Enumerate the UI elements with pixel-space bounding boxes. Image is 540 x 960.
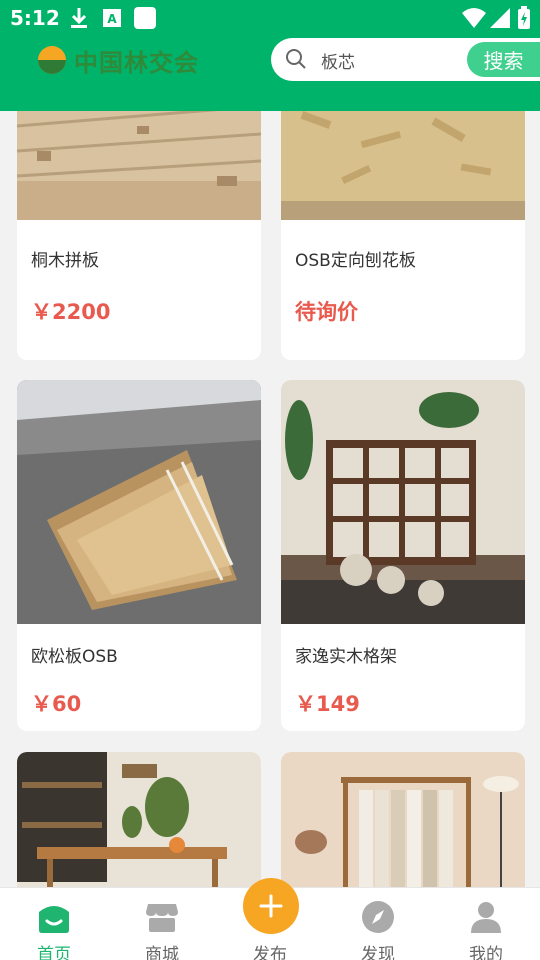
status-bar: 5:12 A: [0, 0, 540, 36]
wifi-icon: [462, 8, 486, 28]
tab-label: 首页: [37, 945, 71, 960]
product-image: [17, 111, 261, 220]
product-card[interactable]: 欧松板OSB ￥60: [17, 380, 261, 731]
product-card[interactable]: 桐木拼板 ￥2200: [17, 111, 261, 360]
product-card[interactable]: OSB定向刨花板 待询价: [281, 111, 525, 360]
battery-icon: [518, 6, 530, 29]
product-image: [281, 380, 525, 624]
person-icon: [471, 902, 501, 933]
product-price: ￥60: [31, 692, 82, 716]
bottom-tab-bar: 首页 商城 发布 发现 我的: [0, 878, 540, 960]
tab-label: 我的: [469, 945, 503, 960]
product-price: ￥2200: [31, 300, 111, 324]
tab-label: 发布: [253, 945, 287, 960]
tab-mine[interactable]: 我的: [432, 888, 540, 960]
product-name: 家逸实木格架: [295, 647, 397, 667]
plus-icon: [259, 894, 283, 918]
signal-icon: [490, 8, 510, 28]
svg-text:A: A: [107, 12, 117, 26]
search-input[interactable]: 板芯: [321, 48, 355, 73]
product-name: 桐木拼板: [31, 251, 99, 271]
logo-mark-icon: [38, 46, 66, 74]
product-name: OSB定向刨花板: [295, 251, 416, 271]
product-price: ￥149: [295, 692, 360, 716]
product-price: 待询价: [295, 300, 358, 324]
tab-home[interactable]: 首页: [0, 888, 108, 960]
product-name: 欧松板OSB: [31, 647, 118, 667]
tab-publish[interactable]: 发布: [216, 878, 324, 960]
app-notification-icon: [134, 7, 156, 29]
tab-label: 商城: [145, 945, 179, 960]
search-icon: [286, 49, 306, 69]
app-header: 5:12 A 中国林交会 板芯 搜索: [0, 0, 540, 111]
logo-text: 中国林交会: [74, 48, 199, 77]
store-icon: [146, 904, 178, 932]
compass-icon: [362, 901, 394, 933]
product-card[interactable]: [281, 752, 525, 887]
status-time: 5:12: [10, 6, 60, 30]
tab-discover[interactable]: 发现: [324, 888, 432, 960]
publish-button[interactable]: [243, 878, 299, 934]
product-feed[interactable]: 桐木拼板 ￥2200 OSB定向刨花板 待询价 欧松板OSB ￥60 家逸实木格…: [0, 111, 540, 887]
tab-label: 发现: [361, 945, 395, 960]
font-notification-icon: A: [103, 9, 121, 27]
product-image: [281, 111, 525, 220]
download-icon: [71, 8, 87, 28]
search-bar[interactable]: 板芯 搜索: [271, 38, 540, 81]
product-card[interactable]: [17, 752, 261, 887]
home-icon: [39, 906, 69, 933]
tab-store[interactable]: 商城: [108, 888, 216, 960]
product-image: [17, 752, 261, 887]
product-image: [17, 380, 261, 624]
brand-logo[interactable]: 中国林交会: [38, 44, 199, 77]
search-button[interactable]: 搜索: [467, 42, 540, 77]
product-image: [281, 752, 525, 887]
product-card[interactable]: 家逸实木格架 ￥149: [281, 380, 525, 731]
